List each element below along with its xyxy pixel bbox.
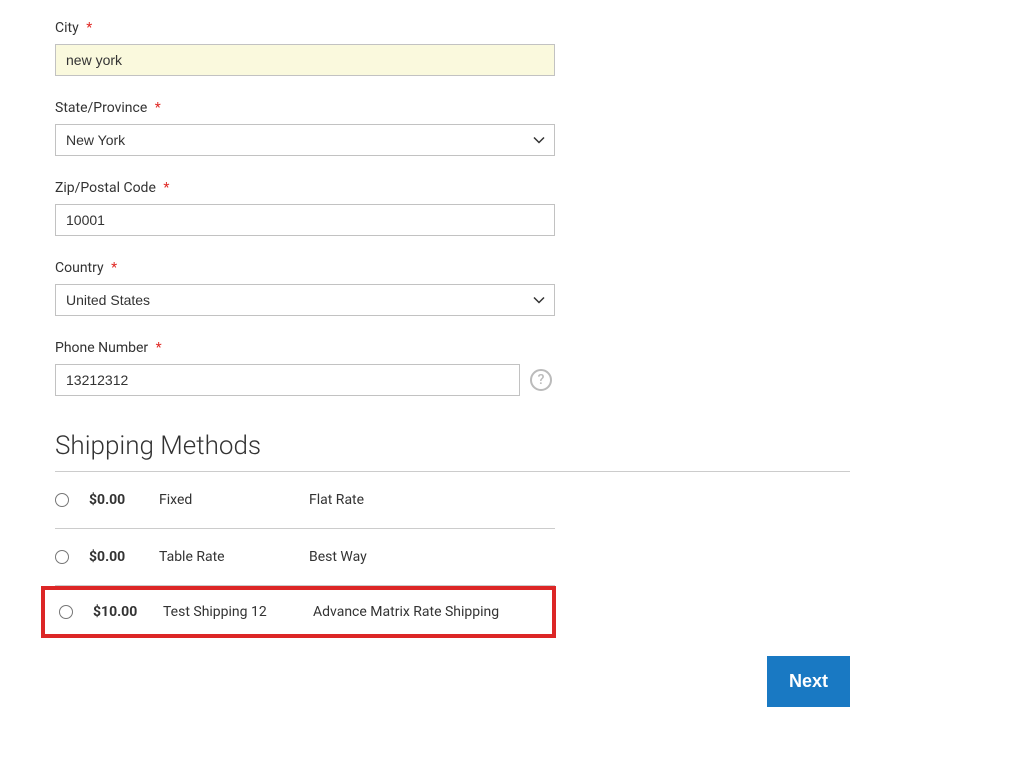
shipping-name: Test Shipping 12 [163, 604, 313, 620]
phone-field: Phone Number * ? [55, 340, 555, 396]
zip-label: Zip/Postal Code * [55, 180, 555, 196]
action-bar: Next [55, 656, 850, 707]
shipping-radio-matrix[interactable] [59, 605, 73, 619]
shipping-price: $0.00 [89, 549, 159, 565]
shipping-carrier: Best Way [309, 549, 367, 565]
required-mark: * [111, 260, 117, 276]
shipping-method-row[interactable]: $0.00 Table Rate Best Way [55, 529, 555, 586]
next-button[interactable]: Next [767, 656, 850, 707]
city-field: City * [55, 20, 555, 76]
phone-label: Phone Number * [55, 340, 555, 356]
city-label: City * [55, 20, 555, 36]
shipping-carrier: Advance Matrix Rate Shipping [313, 604, 499, 620]
city-input[interactable] [55, 44, 555, 76]
shipping-method-row[interactable]: $10.00 Test Shipping 12 Advance Matrix R… [59, 604, 552, 620]
shipping-name: Fixed [159, 492, 309, 508]
state-select-wrapper: New York [55, 124, 555, 156]
state-label-text: State/Province [55, 100, 147, 116]
required-mark: * [155, 100, 161, 116]
highlighted-shipping-option: $10.00 Test Shipping 12 Advance Matrix R… [41, 586, 556, 638]
state-field: State/Province * New York [55, 100, 555, 156]
shipping-methods-title: Shipping Methods [55, 431, 850, 472]
zip-field: Zip/Postal Code * [55, 180, 555, 236]
required-mark: * [163, 180, 169, 196]
shipping-radio-bestway[interactable] [55, 550, 69, 564]
country-select[interactable]: United States [55, 284, 555, 316]
phone-input[interactable] [55, 364, 520, 396]
shipping-methods-section: Shipping Methods $0.00 Fixed Flat Rate $… [55, 431, 850, 638]
zip-label-text: Zip/Postal Code [55, 180, 156, 196]
state-select[interactable]: New York [55, 124, 555, 156]
shipping-name: Table Rate [159, 549, 309, 565]
required-mark: * [86, 20, 92, 36]
phone-label-text: Phone Number [55, 340, 148, 356]
address-form: City * State/Province * New York Zip/Pos… [55, 20, 555, 396]
required-mark: * [156, 340, 162, 356]
help-icon[interactable]: ? [530, 369, 552, 391]
country-select-wrapper: United States [55, 284, 555, 316]
shipping-price: $10.00 [93, 604, 163, 620]
shipping-method-row[interactable]: $0.00 Fixed Flat Rate [55, 472, 555, 529]
state-label: State/Province * [55, 100, 555, 116]
country-label-text: Country [55, 260, 104, 276]
country-field: Country * United States [55, 260, 555, 316]
city-label-text: City [55, 20, 79, 36]
zip-input[interactable] [55, 204, 555, 236]
shipping-carrier: Flat Rate [309, 492, 364, 508]
country-label: Country * [55, 260, 555, 276]
shipping-price: $0.00 [89, 492, 159, 508]
phone-input-row: ? [55, 364, 555, 396]
shipping-radio-flatrate[interactable] [55, 493, 69, 507]
